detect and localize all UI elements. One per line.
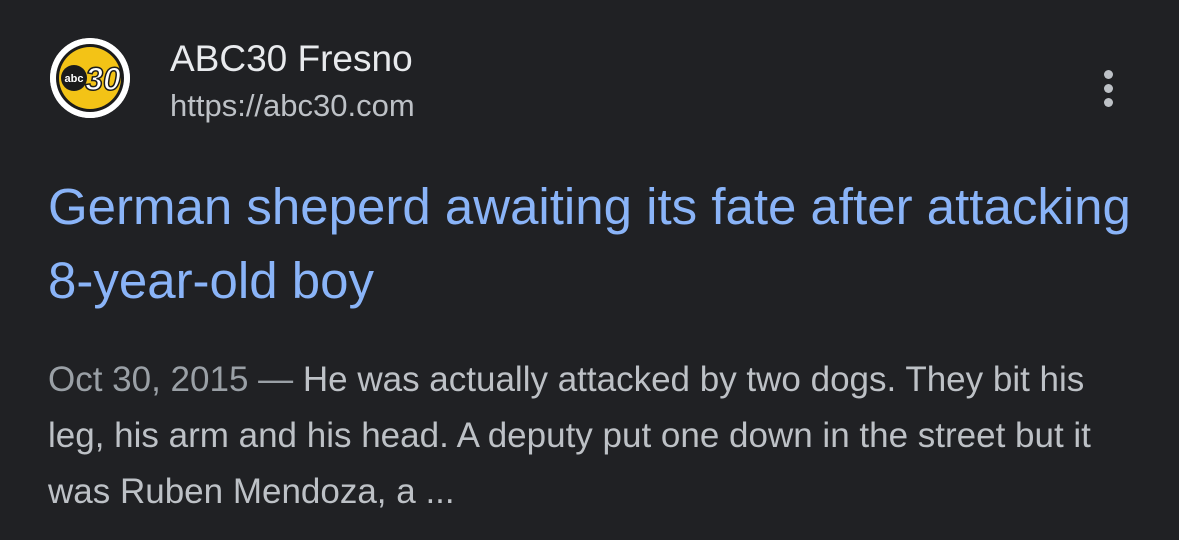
search-result-card: abc 30 ABC30 Fresno https://abc30.com Ge… — [0, 0, 1179, 540]
abc30-logo-graphic: abc 30 — [50, 38, 130, 118]
more-vert-icon-dot — [1104, 84, 1113, 93]
result-source-row[interactable]: abc 30 ABC30 Fresno https://abc30.com — [50, 38, 1130, 123]
favicon-number-text: 30 — [85, 61, 121, 97]
abc30-logo-icon[interactable]: abc 30 — [50, 38, 130, 118]
more-options-button[interactable] — [1090, 62, 1130, 112]
result-date: Oct 30, 2015 — [48, 360, 249, 399]
site-name[interactable]: ABC30 Fresno — [170, 38, 413, 80]
more-vert-icon — [1104, 70, 1113, 79]
favicon-abc-text: abc — [65, 73, 84, 85]
result-snippet: Oct 30, 2015 — He was actually attacked … — [48, 352, 1148, 520]
more-vert-icon-dot — [1104, 98, 1113, 107]
date-separator: — — [248, 360, 303, 399]
result-title-link[interactable]: German sheperd awaiting its fate after a… — [48, 170, 1138, 318]
site-url[interactable]: https://abc30.com — [170, 88, 415, 124]
